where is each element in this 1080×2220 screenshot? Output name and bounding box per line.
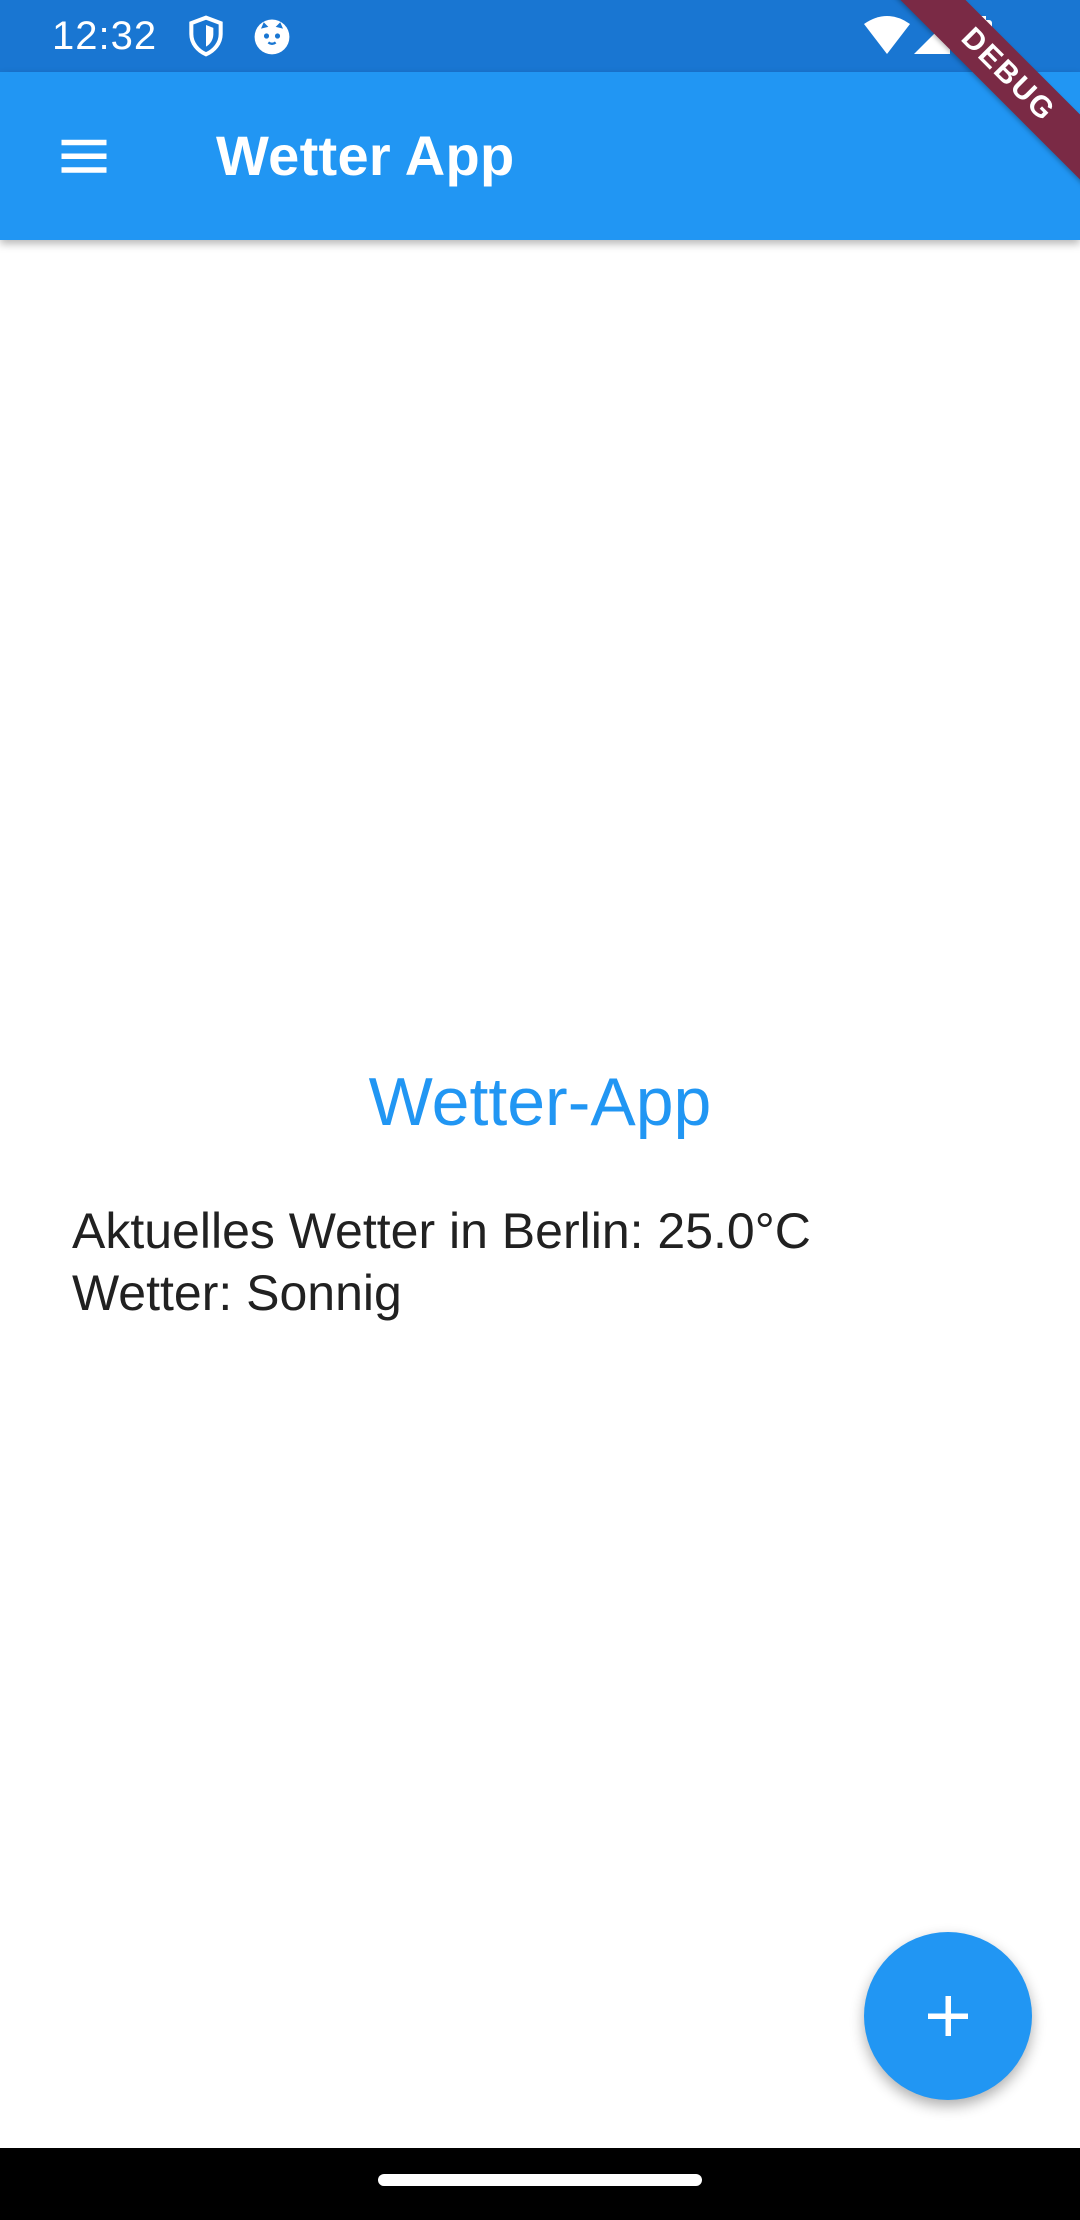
page-heading: Wetter-App	[368, 1064, 712, 1140]
weather-condition-text: Wetter: Sonnig	[72, 1265, 402, 1321]
app-bar: Wetter App	[0, 72, 1080, 240]
menu-button[interactable]	[40, 116, 128, 196]
screen: 12:32 DEBUG Wetter App Wetter-App Aktuel…	[0, 0, 1080, 2220]
weather-temperature-text: Aktuelles Wetter in Berlin: 25.0°C	[72, 1203, 811, 1259]
status-time: 12:32	[52, 14, 158, 58]
cat-face-icon	[250, 14, 294, 58]
add-fab-button[interactable]	[864, 1932, 1032, 2100]
app-title: Wetter App	[216, 124, 515, 187]
menu-icon	[54, 126, 114, 186]
weather-info: Aktuelles Wetter in Berlin: 25.0°C Wette…	[72, 1200, 1032, 1324]
navigation-bar	[0, 2148, 1080, 2220]
plus-icon	[918, 1986, 978, 2046]
main-content: Wetter-App Aktuelles Wetter in Berlin: 2…	[0, 240, 1080, 2148]
home-indicator[interactable]	[378, 2174, 702, 2186]
wifi-icon	[862, 14, 912, 58]
shield-icon	[184, 14, 228, 58]
